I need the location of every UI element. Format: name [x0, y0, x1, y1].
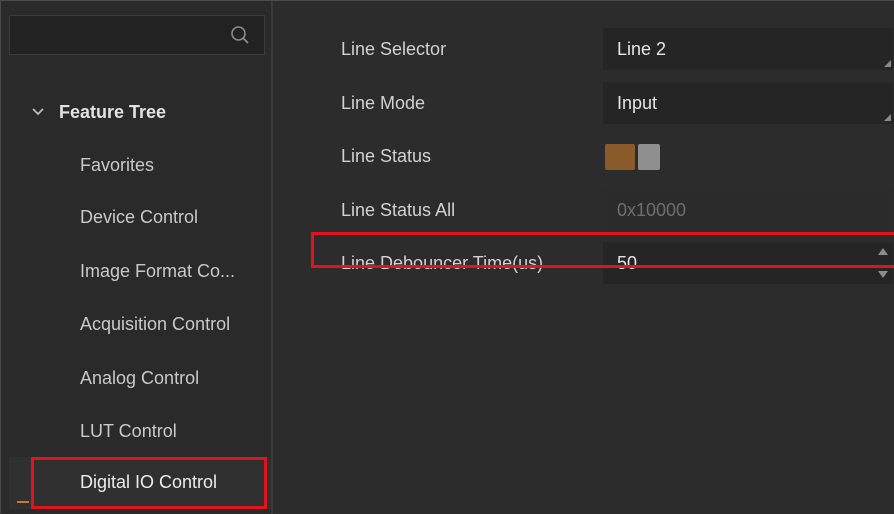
line-selector-dropdown[interactable]: Line 2 — [603, 28, 893, 70]
selection-accent — [17, 501, 29, 503]
feature-tree-title: Feature Tree — [59, 101, 167, 122]
line-status-all-field: 0x10000 — [603, 189, 893, 231]
property-row-line-selector: Line Selector Line 2 — [275, 23, 894, 75]
tree-item-digital-io-control[interactable]: Digital IO Control — [80, 470, 217, 494]
toggle-track — [605, 144, 635, 170]
tree-item-image-format-control[interactable]: Image Format Co... — [80, 259, 235, 283]
property-row-line-status-all: Line Status All 0x10000 — [275, 184, 894, 236]
line-mode-value: Input — [617, 93, 658, 113]
tree-item-device-control[interactable]: Device Control — [80, 205, 198, 229]
line-status-all-label: Line Status All — [341, 200, 456, 220]
spin-up-icon[interactable] — [878, 248, 888, 255]
line-mode-label: Line Mode — [341, 93, 426, 113]
search-input[interactable] — [9, 15, 265, 55]
property-row-line-status: Line Status — [275, 130, 894, 182]
tree-item-analog-control[interactable]: Analog Control — [80, 366, 199, 390]
dropdown-arrow-icon — [884, 114, 891, 121]
tree-item-favorites[interactable]: Favorites — [80, 153, 154, 177]
line-mode-dropdown[interactable]: Input — [603, 82, 893, 124]
property-row-line-debouncer-time: Line Debouncer Time(us) 50 — [275, 237, 894, 289]
spin-buttons[interactable] — [877, 248, 889, 278]
line-debouncer-time-label: Line Debouncer Time(us) — [341, 253, 544, 273]
property-row-line-mode: Line Mode Input — [275, 77, 894, 129]
line-selector-value: Line 2 — [617, 39, 667, 59]
app-frame: Feature Tree Favorites Device Control Im… — [0, 0, 894, 514]
line-status-all-value: 0x10000 — [617, 200, 687, 220]
spin-down-icon[interactable] — [878, 271, 888, 278]
line-status-toggle[interactable] — [605, 144, 661, 170]
line-status-label: Line Status — [341, 146, 432, 166]
line-selector-label: Line Selector — [341, 39, 447, 59]
tree-item-acquisition-control[interactable]: Acquisition Control — [80, 312, 230, 336]
line-debouncer-time-value: 50 — [617, 253, 638, 273]
dropdown-arrow-icon — [884, 60, 891, 67]
tree-item-lut-control[interactable]: LUT Control — [80, 419, 177, 443]
toggle-knob — [638, 144, 660, 170]
feature-tree-header[interactable]: Feature Tree — [31, 97, 166, 127]
search-icon[interactable] — [230, 25, 250, 45]
line-debouncer-time-input[interactable]: 50 — [603, 242, 893, 284]
chevron-down-icon[interactable] — [31, 105, 45, 119]
feature-tree-sidebar: Feature Tree Favorites Device Control Im… — [1, 1, 273, 514]
